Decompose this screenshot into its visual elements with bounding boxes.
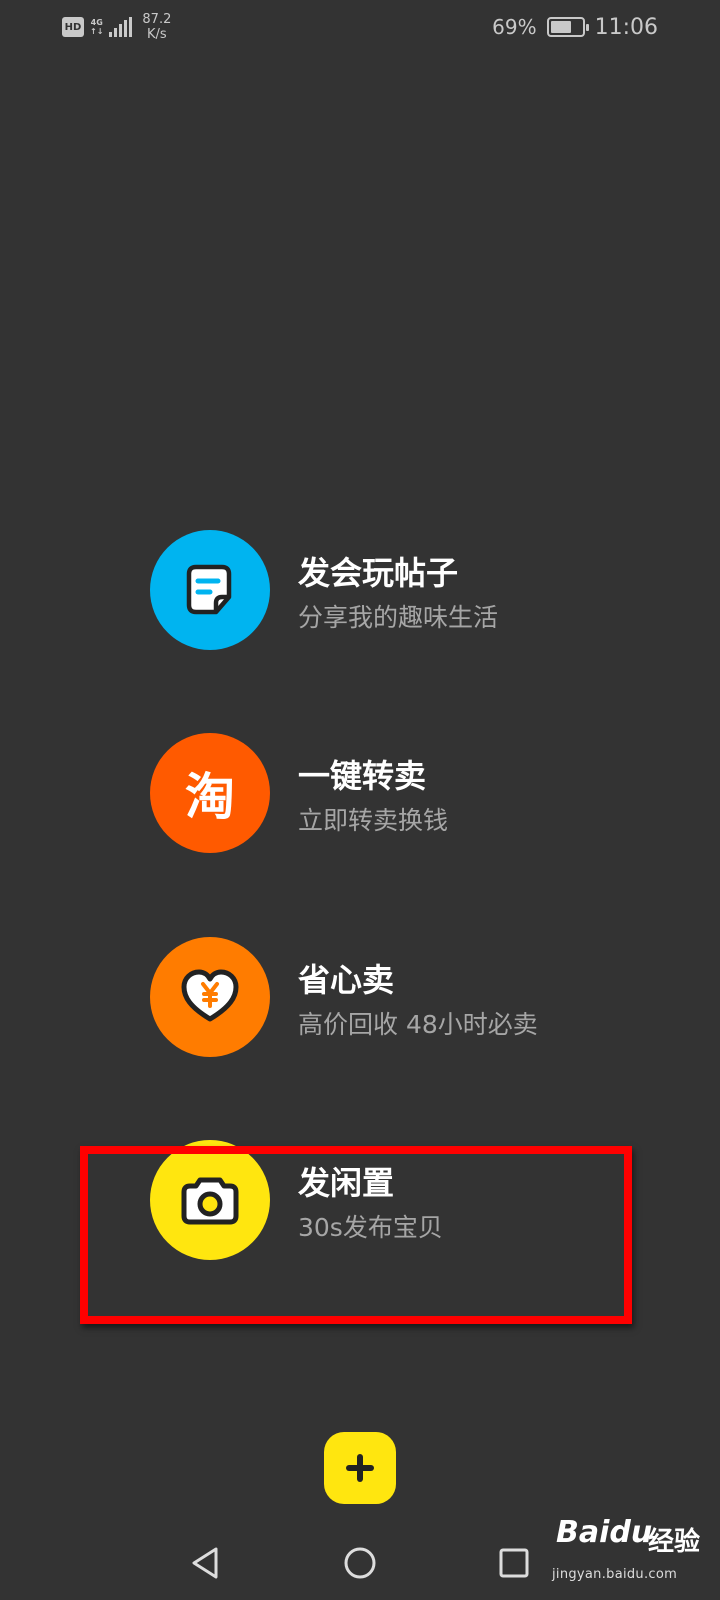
- menu-item-title: 省心卖: [298, 961, 395, 999]
- signal-icon: [109, 17, 133, 37]
- taobao-glyph: 淘: [185, 768, 235, 826]
- battery-percent: 69%: [492, 15, 537, 39]
- recents-square-icon: [499, 1548, 529, 1578]
- network-speed: 87.2 K/s: [142, 12, 171, 42]
- network-type: 4G ↑↓: [90, 18, 103, 36]
- status-left: HD 4G ↑↓ 87.2 K/s: [62, 12, 171, 42]
- recents-button[interactable]: [489, 1538, 539, 1588]
- menu-item-subtitle: 分享我的趣味生活: [298, 603, 499, 632]
- menu-item-easy-sell[interactable]: 省心卖 高价回收 48小时必卖: [150, 937, 620, 1057]
- back-triangle-icon: [192, 1547, 218, 1579]
- home-button[interactable]: [335, 1538, 385, 1588]
- close-menu-button[interactable]: [324, 1432, 396, 1504]
- network-speed-unit: K/s: [147, 27, 167, 42]
- taobao-icon: 淘: [150, 733, 270, 853]
- status-right: 69% 11:06: [492, 12, 658, 42]
- battery-icon: [546, 17, 589, 37]
- note-icon: [150, 530, 270, 650]
- menu-item-resell[interactable]: 淘 一键转卖 立即转卖换钱: [150, 733, 620, 853]
- menu-item-title: 一键转卖: [298, 757, 427, 795]
- watermark-url: jingyan.baidu.com: [552, 1567, 678, 1582]
- back-button[interactable]: [180, 1538, 230, 1588]
- hd-icon: HD: [62, 17, 84, 37]
- watermark-suffix: 经验: [648, 1527, 701, 1557]
- baidu-watermark: Baidu 经验 jingyan.baidu.com: [548, 1505, 708, 1595]
- clock: 11:06: [594, 14, 658, 40]
- network-type-label: 4G: [90, 18, 103, 27]
- menu-item-post[interactable]: 发会玩帖子 分享我的趣味生活: [150, 530, 620, 650]
- network-speed-value: 87.2: [142, 12, 172, 27]
- battery-fill: [550, 21, 572, 33]
- menu-item-subtitle: 立即转卖换钱: [298, 806, 449, 835]
- menu-item-title: 发会玩帖子: [298, 554, 459, 592]
- network-activity-icon: ↑↓: [90, 27, 104, 36]
- watermark-brand: Baidu: [556, 1515, 653, 1550]
- plus-icon: [346, 1454, 374, 1482]
- highlight-box: [80, 1146, 632, 1324]
- status-bar: HD 4G ↑↓ 87.2 K/s 69% 11:06: [0, 0, 720, 56]
- heart-yuan-icon: [150, 937, 270, 1057]
- menu-item-subtitle: 高价回收 48小时必卖: [298, 1010, 538, 1039]
- home-circle-icon: [344, 1547, 376, 1579]
